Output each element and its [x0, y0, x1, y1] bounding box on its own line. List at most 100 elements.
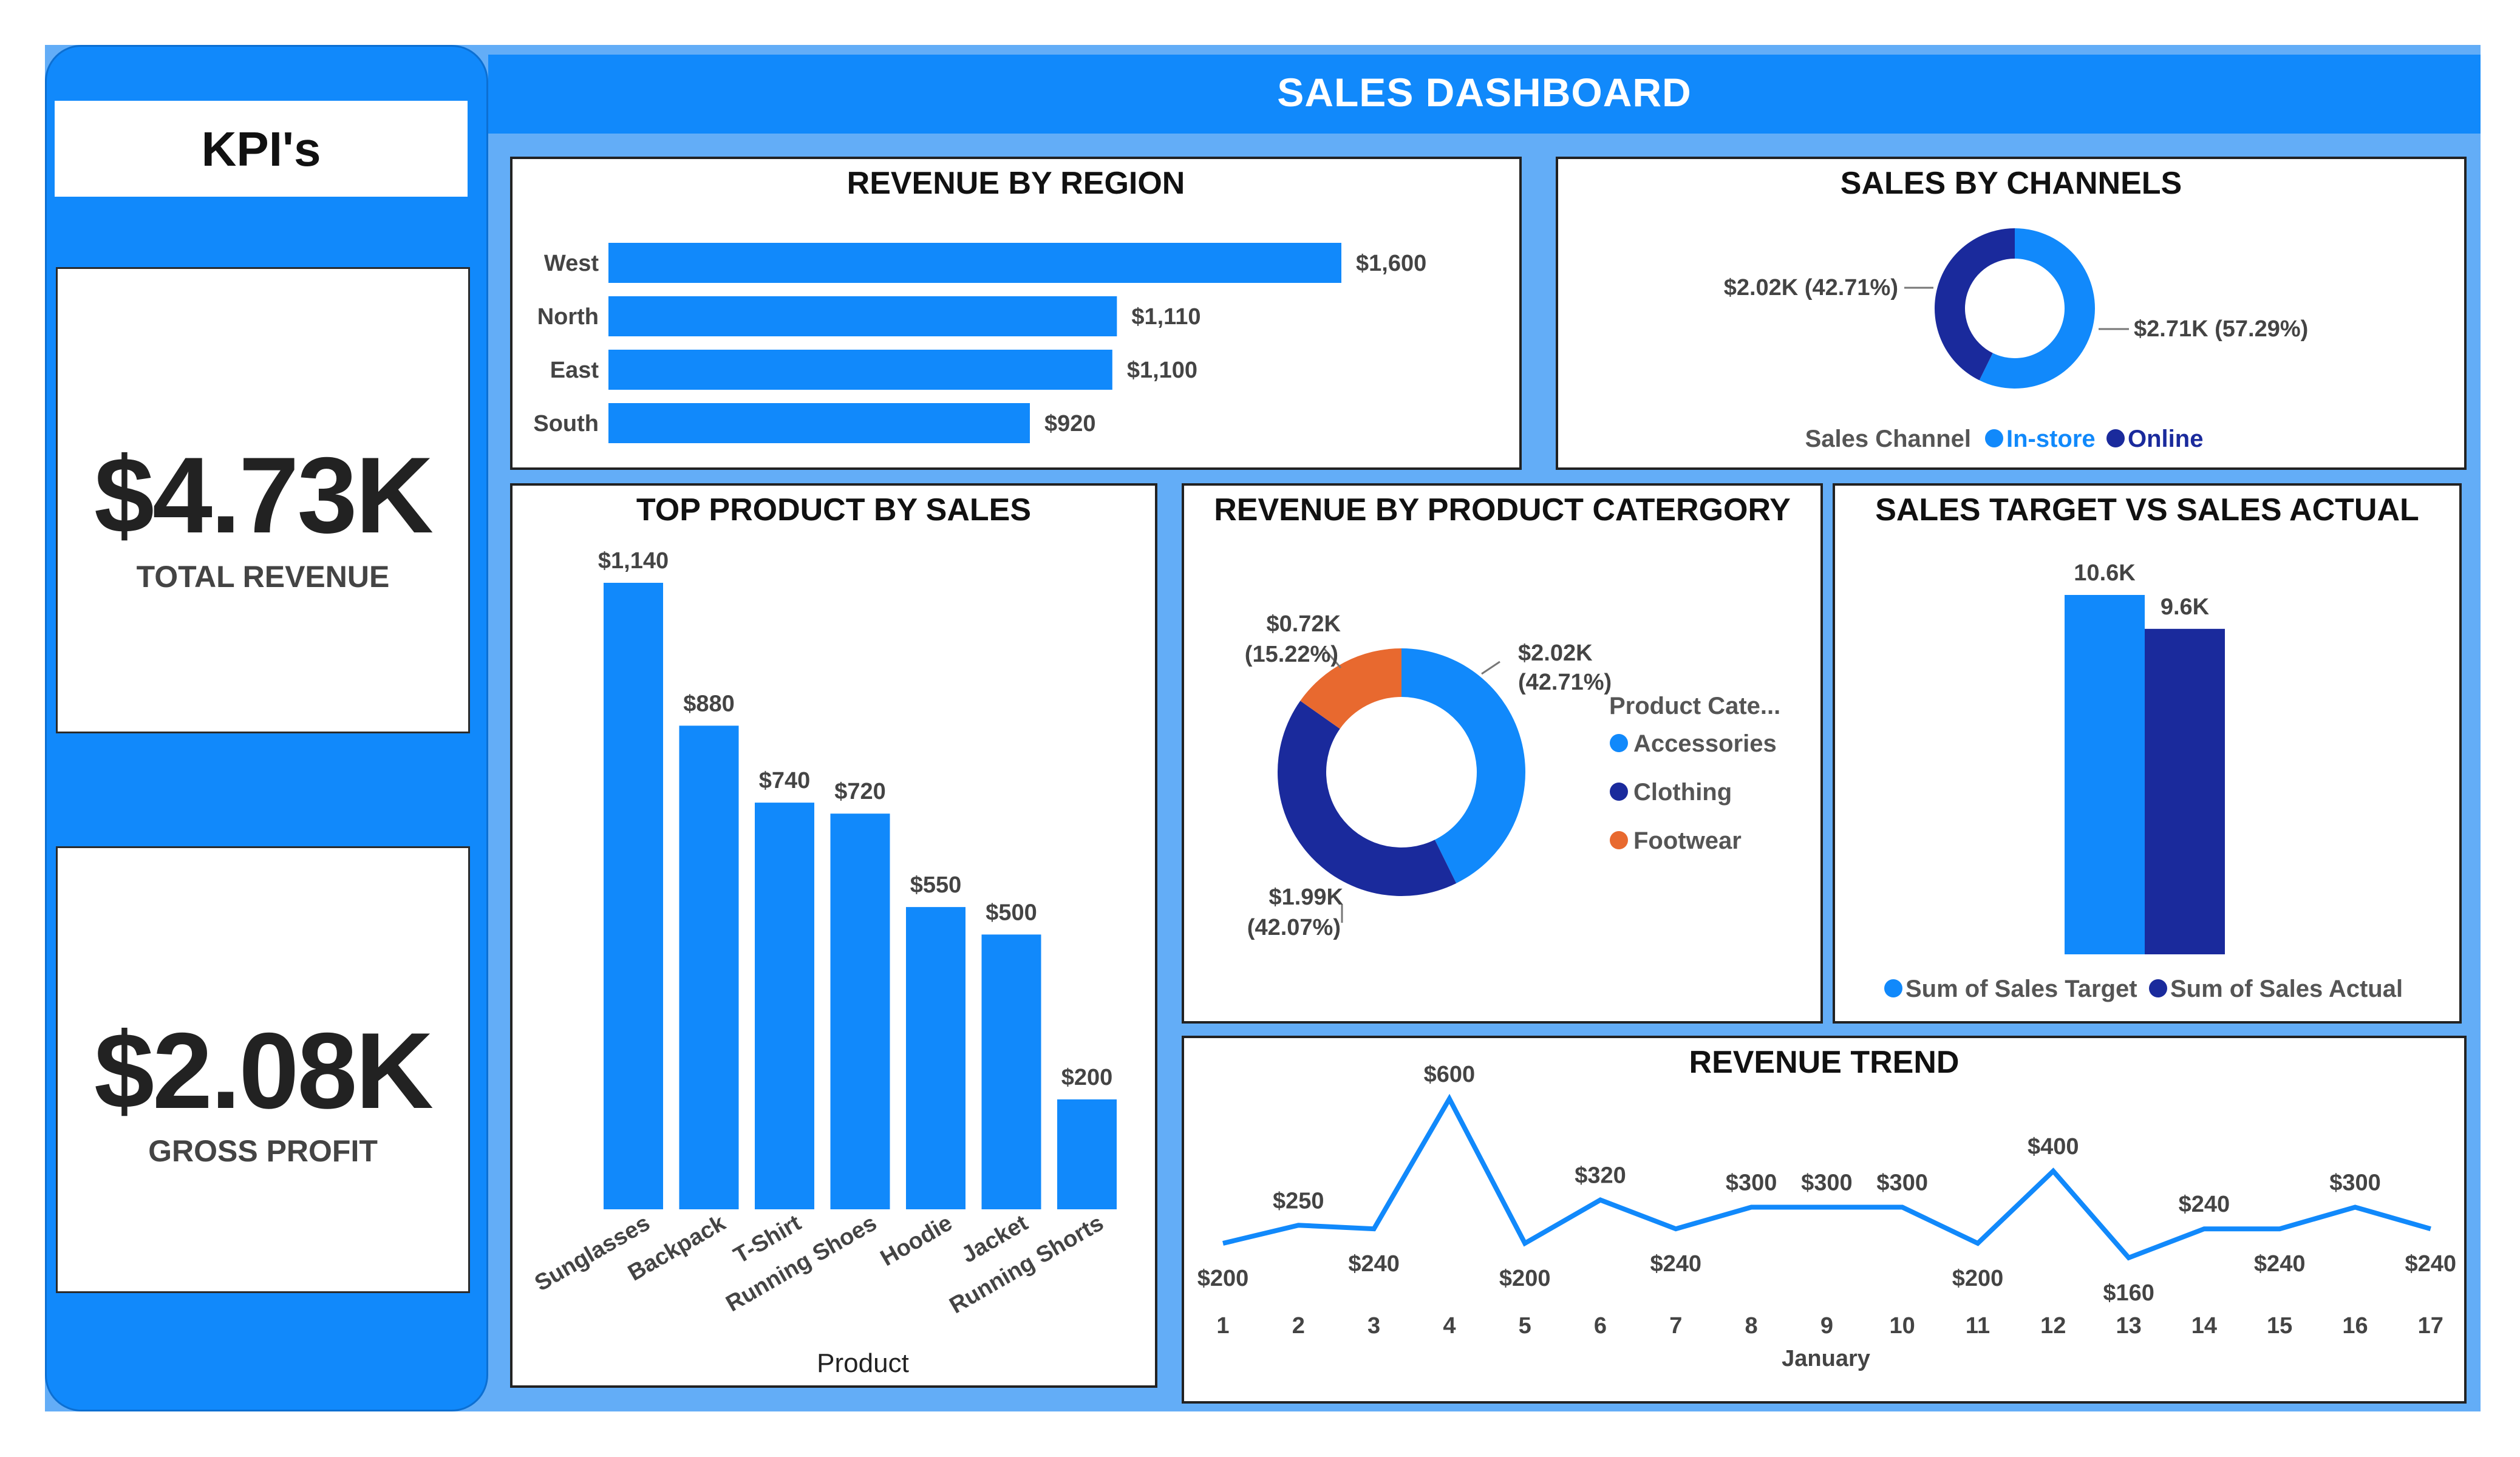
product-axis-label: Product: [817, 1348, 909, 1378]
trend-value-label: $300: [1801, 1170, 1853, 1196]
legend-online-label: Online: [2128, 426, 2203, 452]
category-legend-marker: [1610, 831, 1628, 849]
channel-legend-title: Sales Channel: [1805, 426, 1971, 452]
product-value-label: $720: [834, 779, 886, 804]
trend-value-label: $300: [1726, 1170, 1777, 1196]
region-value-label: $1,600: [1356, 251, 1426, 276]
category-label-accessories-pct: (42.71%): [1518, 670, 1612, 695]
trend-x-tick-label: 16: [2342, 1313, 2368, 1339]
trend-value-label: $160: [2103, 1280, 2154, 1306]
product-bar: [981, 934, 1041, 1209]
trend-value-label: $200: [1952, 1266, 2004, 1291]
trend-value-label: $200: [1499, 1266, 1551, 1291]
dashboard-banner: SALES DASHBOARD: [488, 55, 2481, 134]
trend-x-tick-label: 12: [2040, 1313, 2066, 1339]
gross-profit-value: $2.08K: [94, 1010, 434, 1131]
trend-x-tick-label: 2: [1292, 1313, 1305, 1339]
top-product-panel[interactable]: TOP PRODUCT BY SALES $1,140 Sunglasses $88…: [510, 483, 1157, 1388]
revenue-by-region-panel[interactable]: REVENUE BY REGION West $1,600 North $1,110 E…: [510, 157, 1522, 470]
product-bar: [604, 583, 663, 1209]
trend-value-label: $240: [1650, 1251, 1702, 1277]
product-bar: [1057, 1099, 1117, 1209]
region-category-label: West: [544, 251, 599, 276]
channel-label-online: $2.02K (42.71%): [1724, 275, 1898, 301]
trend-x-tick-label: 5: [1519, 1313, 1531, 1339]
gross-profit-label: GROSS PROFIT: [148, 1134, 378, 1168]
legend-target-marker: [1884, 979, 1902, 997]
category-label-accessories-value: $2.02K: [1518, 640, 1593, 666]
trend-value-label: $200: [1197, 1266, 1249, 1291]
total-revenue-value: $4.73K: [94, 435, 434, 555]
revenue-trend-panel[interactable]: REVENUE TREND $200 1 $250 2 $240 3 $600 4 $200 5 $…: [1182, 1036, 2467, 1404]
category-label-footwear-pct: (15.22%): [1245, 642, 1338, 667]
trend-axis-label: January: [1782, 1346, 1870, 1371]
target-value-label: 10.6K: [2074, 560, 2136, 586]
region-value-label: $1,100: [1127, 358, 1197, 383]
trend-value-label: $240: [1348, 1251, 1400, 1277]
channel-label-instore: $2.71K (57.29%): [2134, 316, 2308, 342]
region-value-label: $920: [1044, 411, 1096, 436]
product-value-label: $550: [910, 872, 962, 898]
trend-x-tick-label: 6: [1594, 1313, 1607, 1339]
trend-value-label: $600: [1424, 1062, 1476, 1087]
target-vs-actual-panel[interactable]: SALES TARGET VS SALES ACTUAL 10.6K 9.6K Su…: [1833, 483, 2462, 1024]
target-value-label: 9.6K: [2161, 594, 2210, 620]
kpi-header: KPI's: [55, 101, 468, 197]
product-bar: [755, 803, 814, 1209]
region-bar: [608, 296, 1117, 336]
trend-value-label: $320: [1575, 1163, 1626, 1189]
product-bar: [679, 725, 739, 1209]
revenue-by-region-chart: West $1,600 North $1,110 East $1,100 South $920: [533, 243, 1426, 443]
legend-instore-label: In-store: [2006, 426, 2096, 452]
trend-value-label: $240: [2254, 1251, 2306, 1277]
trend-x-tick-label: 17: [2418, 1313, 2443, 1339]
category-legend-title: Product Cate...: [1609, 693, 1780, 719]
region-bar: [608, 350, 1112, 390]
product-value-label: $880: [683, 691, 735, 716]
region-value-label: $1,110: [1131, 304, 1200, 330]
region-bar: [608, 403, 1030, 443]
category-label-clothing-pct: (42.07%): [1247, 915, 1341, 940]
product-category-chart: $2.02K (42.71%) $1.99K (42.07%) $0.72K (15.22…: [1245, 611, 1780, 940]
category-legend-marker: [1610, 734, 1628, 752]
trend-x-tick-label: 3: [1367, 1313, 1380, 1339]
category-leader-line: [1481, 661, 1500, 675]
category-legend-label: Accessories: [1633, 730, 1777, 757]
legend-target-label: Sum of Sales Target: [1905, 976, 2137, 1002]
total-revenue-card[interactable]: $4.73K TOTAL REVENUE: [56, 267, 470, 733]
trend-x-tick-label: 7: [1669, 1313, 1682, 1339]
category-legend-label: Clothing: [1633, 779, 1732, 806]
trend-value-label: $300: [2329, 1170, 2381, 1196]
legend-actual-marker: [2149, 979, 2167, 997]
top-product-chart: $1,140Sunglasses$880Backpack$740T-Shirt$…: [531, 548, 1117, 1378]
product-category-panel[interactable]: REVENUE BY PRODUCT CATERGORY $2.02K (42.7…: [1182, 483, 1823, 1024]
category-slice: [1278, 701, 1457, 896]
product-value-label: $500: [986, 900, 1037, 925]
product-category-label: Hoodie: [876, 1210, 957, 1271]
sales-by-channels-chart: $2.71K (57.29%) $2.02K (42.71%) Sales Chan…: [1724, 228, 2308, 452]
target-bar: [2065, 595, 2145, 954]
trend-x-tick-label: 14: [2191, 1313, 2217, 1339]
product-value-label: $1,140: [598, 548, 669, 574]
product-value-label: $200: [1061, 1065, 1113, 1090]
region-category-label: East: [550, 358, 599, 383]
legend-online-marker: [2106, 429, 2125, 447]
trend-value-label: $250: [1273, 1188, 1324, 1214]
sales-by-channels-panel[interactable]: SALES BY CHANNELS $2.71K (57.29%) $2.02K …: [1556, 157, 2467, 470]
legend-actual-label: Sum of Sales Actual: [2170, 976, 2403, 1002]
product-value-label: $740: [759, 768, 811, 793]
kpi-header-label: KPI's: [201, 122, 321, 176]
trend-value-label: $240: [2179, 1192, 2230, 1217]
region-category-label: North: [537, 304, 599, 330]
trend-x-tick-label: 9: [1820, 1313, 1833, 1339]
trend-value-label: $400: [2028, 1134, 2079, 1160]
region-category-label: South: [533, 411, 599, 436]
gross-profit-card[interactable]: $2.08K GROSS PROFIT: [56, 846, 470, 1293]
trend-value-label: $240: [2405, 1251, 2457, 1277]
category-label-footwear-value: $0.72K: [1266, 611, 1341, 637]
target-bar: [2145, 628, 2225, 954]
trend-x-tick-label: 4: [1443, 1313, 1456, 1339]
trend-x-tick-label: 15: [2267, 1313, 2292, 1339]
trend-x-tick-label: 13: [2116, 1313, 2141, 1339]
category-legend-marker: [1610, 783, 1628, 801]
